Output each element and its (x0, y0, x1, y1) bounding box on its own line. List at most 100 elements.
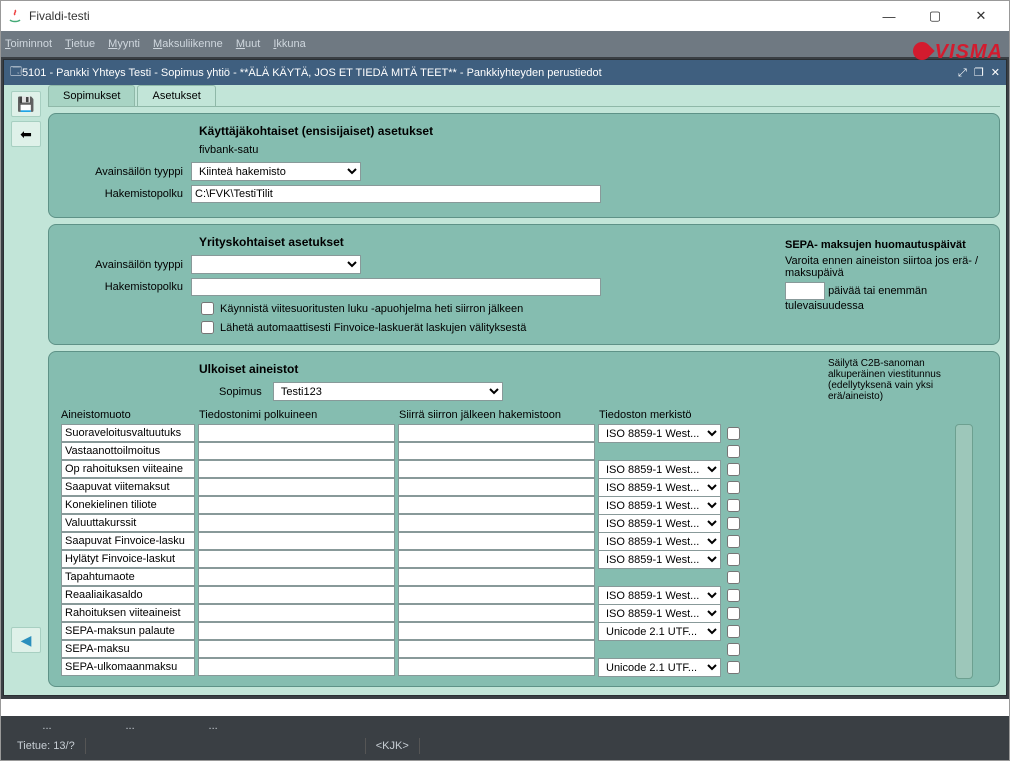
encoding-select[interactable]: ISO 8859-1 West... (598, 586, 721, 605)
back-button[interactable]: ⬅ (11, 121, 41, 147)
move-dir-input[interactable] (398, 514, 595, 532)
file-path-input[interactable] (198, 640, 395, 658)
file-path-input[interactable] (198, 550, 395, 568)
encoding-select[interactable]: ISO 8859-1 West... (598, 478, 721, 497)
move-dir-input[interactable] (398, 532, 595, 550)
file-path-input[interactable] (198, 604, 395, 622)
c2b-checkbox[interactable] (727, 589, 740, 602)
c-keystore-type-label: Avainsäilön tyyppi (61, 259, 191, 271)
c2b-checkbox[interactable] (727, 661, 740, 674)
file-path-input[interactable] (198, 442, 395, 460)
move-dir-input[interactable] (398, 568, 595, 586)
aineisto-name-input[interactable] (61, 424, 195, 442)
aineisto-name-input[interactable] (61, 640, 195, 658)
auto-finvoice-checkbox[interactable] (201, 321, 214, 334)
save-button[interactable]: 💾 (11, 91, 41, 117)
aineisto-name-input[interactable] (61, 478, 195, 496)
encoding-select[interactable]: ISO 8859-1 West... (598, 514, 721, 533)
encoding-select[interactable]: ISO 8859-1 West... (598, 460, 721, 479)
menu-toiminnot[interactable]: Toiminnot (5, 38, 52, 50)
c2b-checkbox[interactable] (727, 427, 740, 440)
encoding-select[interactable]: ISO 8859-1 West... (598, 424, 721, 443)
sopimus-select[interactable]: Testi123 (273, 382, 503, 401)
menu-ikkuna[interactable]: Ikkuna (273, 38, 305, 50)
minimize-button[interactable]: — (867, 2, 911, 30)
user-settings-panel: Käyttäjäkohtaiset (ensisijaiset) asetuks… (48, 113, 1000, 218)
c2b-checkbox[interactable] (727, 607, 740, 620)
file-path-input[interactable] (198, 496, 395, 514)
encoding-select[interactable]: ISO 8859-1 West... (598, 550, 721, 569)
aineisto-name-input[interactable] (61, 442, 195, 460)
file-path-input[interactable] (198, 478, 395, 496)
table-row: ISO 8859-1 West... (61, 604, 943, 622)
move-dir-input[interactable] (398, 640, 595, 658)
aineisto-name-input[interactable] (61, 604, 195, 622)
file-path-input[interactable] (198, 514, 395, 532)
file-path-input[interactable] (198, 658, 395, 676)
maximize-button[interactable]: ▢ (913, 2, 957, 30)
move-dir-input[interactable] (398, 478, 595, 496)
window-controls: — ▢ ✕ (867, 2, 1003, 30)
sub-maximize-icon[interactable]: ⤢ (958, 67, 967, 79)
encoding-select[interactable]: Unicode 2.1 UTF... (598, 622, 721, 641)
sub-restore-icon[interactable]: ❐ (974, 67, 984, 79)
file-path-input[interactable] (198, 460, 395, 478)
dir-path-input[interactable] (191, 185, 601, 203)
tab-sopimukset[interactable]: Sopimukset (48, 85, 135, 106)
move-dir-input[interactable] (398, 460, 595, 478)
c2b-checkbox[interactable] (727, 643, 740, 656)
close-button[interactable]: ✕ (959, 2, 1003, 30)
move-dir-input[interactable] (398, 424, 595, 442)
move-dir-input[interactable] (398, 586, 595, 604)
c-dir-path-label: Hakemistopolku (61, 281, 191, 293)
encoding-select[interactable]: ISO 8859-1 West... (598, 496, 721, 515)
file-path-input[interactable] (198, 532, 395, 550)
move-dir-input[interactable] (398, 658, 595, 676)
move-dir-input[interactable] (398, 622, 595, 640)
file-path-input[interactable] (198, 586, 395, 604)
move-dir-input[interactable] (398, 550, 595, 568)
menu-maksuliikenne[interactable]: Maksuliikenne (153, 38, 223, 50)
table-row: ISO 8859-1 West... (61, 514, 943, 532)
sepa-days-input[interactable] (785, 282, 825, 300)
c2b-checkbox[interactable] (727, 445, 740, 458)
move-dir-input[interactable] (398, 604, 595, 622)
menu-myynti[interactable]: Myynti (108, 38, 140, 50)
encoding-select[interactable]: ISO 8859-1 West... (598, 532, 721, 551)
move-dir-input[interactable] (398, 442, 595, 460)
move-dir-input[interactable] (398, 496, 595, 514)
file-path-input[interactable] (198, 424, 395, 442)
c2b-checkbox[interactable] (727, 517, 740, 530)
tab-asetukset[interactable]: Asetukset (137, 85, 215, 106)
grid-scrollbar[interactable] (955, 424, 973, 679)
c2b-checkbox[interactable] (727, 463, 740, 476)
aineisto-name-input[interactable] (61, 460, 195, 478)
aineisto-name-input[interactable] (61, 550, 195, 568)
keystore-type-select[interactable]: Kiinteä hakemisto (191, 162, 361, 181)
table-row: ISO 8859-1 West... (61, 460, 943, 478)
c-keystore-type-select[interactable] (191, 255, 361, 274)
c2b-checkbox[interactable] (727, 481, 740, 494)
menu-muut[interactable]: Muut (236, 38, 260, 50)
c2b-checkbox[interactable] (727, 535, 740, 548)
menu-tietue[interactable]: Tietue (65, 38, 95, 50)
send-button[interactable]: ◀ (11, 627, 41, 653)
aineisto-name-input[interactable] (61, 586, 195, 604)
aineisto-name-input[interactable] (61, 496, 195, 514)
aineisto-name-input[interactable] (61, 514, 195, 532)
file-path-input[interactable] (198, 622, 395, 640)
sub-close-icon[interactable]: ✕ (991, 67, 1000, 79)
aineisto-name-input[interactable] (61, 568, 195, 586)
c2b-checkbox[interactable] (727, 553, 740, 566)
encoding-select[interactable]: Unicode 2.1 UTF... (598, 658, 721, 677)
c-dir-path-input[interactable] (191, 278, 601, 296)
c2b-checkbox[interactable] (727, 499, 740, 512)
file-path-input[interactable] (198, 568, 395, 586)
aineisto-name-input[interactable] (61, 532, 195, 550)
c2b-checkbox[interactable] (727, 625, 740, 638)
aineisto-name-input[interactable] (61, 658, 195, 676)
aineisto-name-input[interactable] (61, 622, 195, 640)
launch-helper-checkbox[interactable] (201, 302, 214, 315)
encoding-select[interactable]: ISO 8859-1 West... (598, 604, 721, 623)
c2b-checkbox[interactable] (727, 571, 740, 584)
